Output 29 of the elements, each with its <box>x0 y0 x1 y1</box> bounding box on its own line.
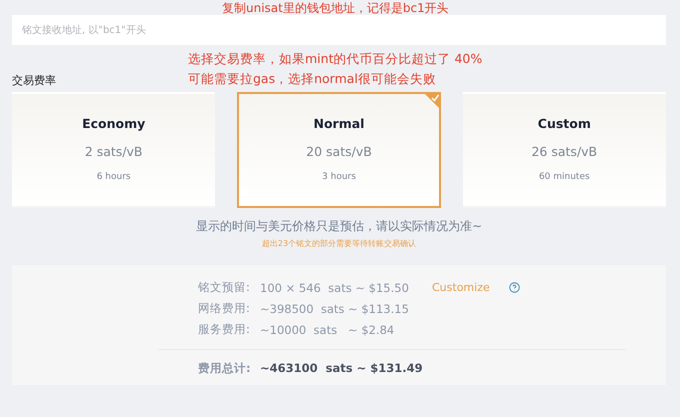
fee-option-card[interactable]: Economy 2 sats/vB 6 hours <box>12 92 216 208</box>
total-label: 费用总计: <box>198 360 252 376</box>
fee-option-name: Normal <box>314 116 364 131</box>
fee-rate-text: 20 sats/vB <box>306 144 372 159</box>
estimate-note: 显示的时间与美元价格只是预估，请以实际情况为准~ <box>196 218 482 235</box>
warning-note: 超出23个铭文的部分需要等待转账交易确认 <box>262 238 416 249</box>
fee-item-value: ~10000 sats ~ $2.84 <box>260 322 396 336</box>
time-estimate-text: 6 hours <box>96 172 131 182</box>
address-input-field[interactable]: 铭文接收地址, 以"bc1"开头 <box>12 15 666 45</box>
fee-item-label: 铭文预留: <box>198 280 251 295</box>
fee-option-name: Economy <box>82 116 146 131</box>
annotation-text: 选择交易费率，如果mint的代币百分比超过了 40% <box>188 50 482 68</box>
fee-rate-text: 26 sats/vB <box>531 144 598 159</box>
fee-rate-label: 交易费率 <box>12 73 57 89</box>
annotation-text: 复制unisat里的钱包地址，记得是bc1开头 <box>222 0 450 15</box>
fee-item-label: 服务费用: <box>198 322 251 337</box>
time-estimate-text: 60 minutes <box>538 172 590 182</box>
time-estimate-text: 3 hours <box>322 172 356 182</box>
fee-item-label: 网络费用: <box>198 301 251 316</box>
total-value: ~463100 sats ~ $131.49 <box>260 361 424 375</box>
fee-option-name: Custom <box>538 116 591 131</box>
fee-option-card[interactable]: Custom 26 sats/vB 60 minutes <box>462 92 666 208</box>
fee-rate-text: 2 sats/vB <box>84 144 143 159</box>
check-icon <box>422 92 441 110</box>
fee-option-card[interactable]: Normal 20 sats/vB 3 hours <box>237 92 441 208</box>
annotation-text: 可能需要拉gas，选择normal很可能会失败 <box>188 70 437 88</box>
fee-item-value: ~398500 sats ~ $113.15 <box>260 302 410 316</box>
help-icon[interactable] <box>509 282 520 293</box>
fee-item-value: 100 × 546 sats ~ $15.50 <box>260 280 410 294</box>
